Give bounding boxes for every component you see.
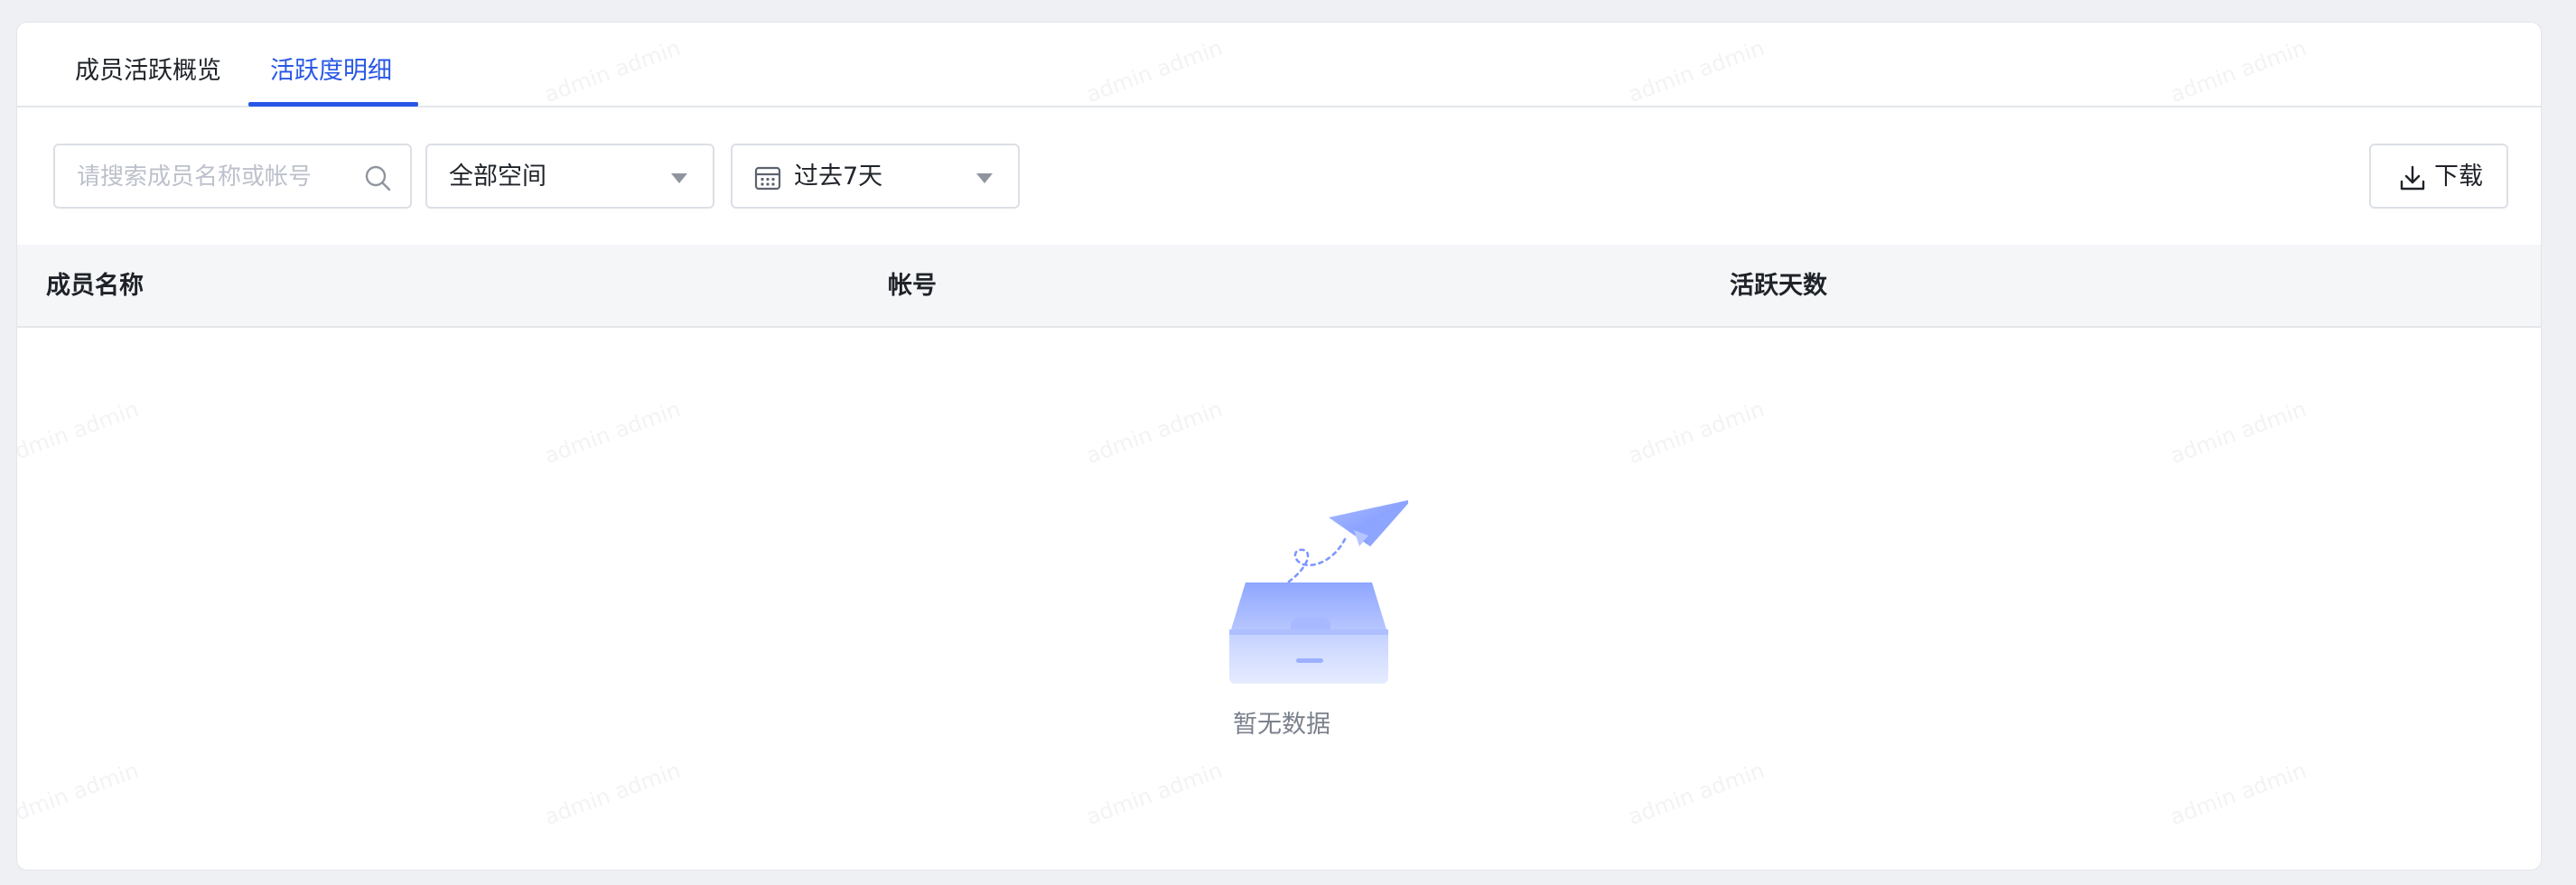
- empty-state-text: 暂无数据: [1233, 711, 1330, 739]
- tab-bar: 成员活跃概览 活跃度明细: [17, 23, 2541, 107]
- search-icon[interactable]: [363, 163, 392, 192]
- tab-activity-detail[interactable]: 活跃度明细: [270, 53, 392, 89]
- watermark: admin admin: [16, 396, 143, 470]
- empty-box-icon: [1229, 499, 1408, 684]
- watermark: admin admin: [540, 757, 685, 831]
- space-select[interactable]: 全部空间: [425, 144, 714, 209]
- watermark: admin admin: [1082, 757, 1227, 831]
- watermark: admin admin: [1624, 396, 1769, 470]
- chevron-down-icon: [671, 173, 687, 183]
- date-range-select[interactable]: 过去7天: [731, 144, 1020, 209]
- calendar-icon: [754, 166, 781, 191]
- column-header-member-name: 成员名称: [46, 272, 144, 300]
- download-button[interactable]: 下载: [2369, 144, 2508, 209]
- watermark: admin admin: [540, 396, 685, 470]
- member-search-box[interactable]: [53, 144, 412, 209]
- column-header-active-days: 活跃天数: [1730, 272, 1827, 300]
- space-select-value: 全部空间: [449, 163, 546, 191]
- watermark: admin admin: [1082, 396, 1227, 470]
- table-header: 成员名称 帐号 活跃天数: [17, 245, 2541, 328]
- watermark: admin admin: [2166, 757, 2310, 831]
- active-tab-indicator: [248, 102, 418, 107]
- watermark: admin admin: [1624, 757, 1769, 831]
- download-icon: [2400, 165, 2425, 191]
- chevron-down-icon: [976, 173, 993, 183]
- column-header-account: 帐号: [888, 272, 937, 300]
- date-range-value: 过去7天: [794, 163, 883, 191]
- activity-card: admin admin admin admin admin admin admi…: [16, 22, 2542, 871]
- member-search-input[interactable]: [77, 158, 348, 196]
- download-label: 下载: [2434, 163, 2483, 191]
- watermark: admin admin: [16, 757, 143, 831]
- watermark: admin admin: [2166, 396, 2310, 470]
- tab-member-activity-overview[interactable]: 成员活跃概览: [75, 53, 221, 89]
